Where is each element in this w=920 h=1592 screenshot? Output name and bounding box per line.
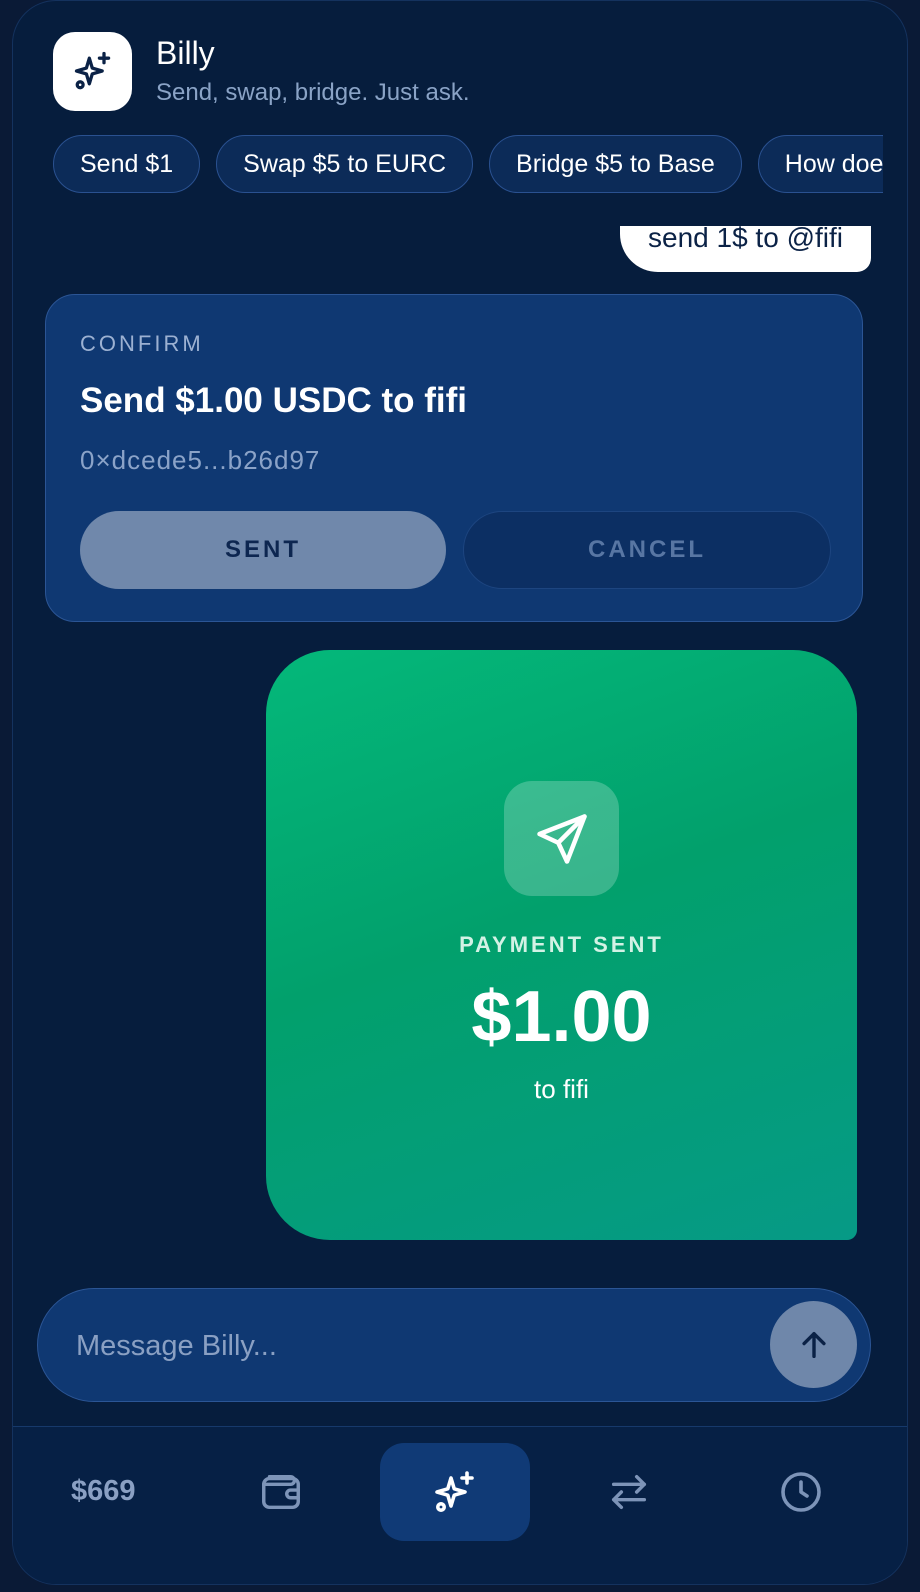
chip-send[interactable]: Send $1	[53, 135, 201, 193]
payment-icon-box	[504, 781, 619, 896]
payment-sent-label: PAYMENT SENT	[459, 932, 664, 957]
confirm-label: CONFIRM	[80, 331, 204, 356]
app-title: Billy	[156, 35, 215, 71]
cancel-button[interactable]: CANCEL	[463, 511, 831, 589]
chat-area[interactable]: send 1$ to @fifi CONFIRM Send $1.00 USDC…	[13, 226, 907, 1266]
message-input[interactable]	[74, 1315, 758, 1377]
confirm-card: CONFIRM Send $1.00 USDC to fifi 0×dcede5…	[45, 294, 863, 622]
user-message-bubble: send 1$ to @fifi	[620, 226, 871, 272]
arrow-up-icon	[801, 1331, 826, 1358]
chip-bridge[interactable]: Bridge $5 to Base	[489, 135, 742, 193]
nav-wallet[interactable]	[253, 1461, 309, 1523]
confirm-title: Send $1.00 USDC to fifi	[80, 381, 468, 420]
header-text: Billy Send, swap, bridge. Just ask.	[156, 33, 470, 109]
swap-arrows-icon	[611, 1474, 647, 1510]
paper-plane-icon	[536, 813, 587, 864]
chip-swap[interactable]: Swap $5 to EURC	[216, 135, 474, 193]
bottom-nav: $669	[13, 1426, 907, 1584]
message-composer	[37, 1288, 871, 1402]
sparkles-icon	[74, 51, 110, 90]
app-logo	[53, 31, 132, 111]
send-button[interactable]	[770, 1301, 857, 1388]
app-frame: Billy Send, swap, bridge. Just ask. Send…	[12, 0, 908, 1585]
app-subtitle: Send, swap, bridge. Just ask.	[156, 79, 470, 106]
nav-balance[interactable]: $669	[71, 1475, 136, 1508]
wallet-icon	[262, 1474, 300, 1510]
payment-amount: $1.00	[471, 977, 652, 1057]
header: Billy Send, swap, bridge. Just ask.	[53, 31, 470, 111]
chip-how[interactable]: How doe	[757, 135, 883, 193]
sent-button[interactable]: SENT	[80, 511, 446, 589]
sparkles-icon	[435, 1471, 474, 1512]
suggestion-chips: Send $1 Swap $5 to EURC Bridge $5 to Bas…	[53, 135, 883, 195]
nav-swap[interactable]	[601, 1461, 657, 1523]
payment-recipient: to fifi	[534, 1074, 589, 1104]
nav-history[interactable]	[773, 1461, 829, 1523]
nav-assistant[interactable]	[380, 1443, 530, 1541]
payment-sent-card: PAYMENT SENT $1.00 to fifi	[266, 650, 857, 1240]
recipient-address: 0×dcede5...b26d97	[80, 445, 321, 475]
clock-icon	[781, 1472, 821, 1512]
